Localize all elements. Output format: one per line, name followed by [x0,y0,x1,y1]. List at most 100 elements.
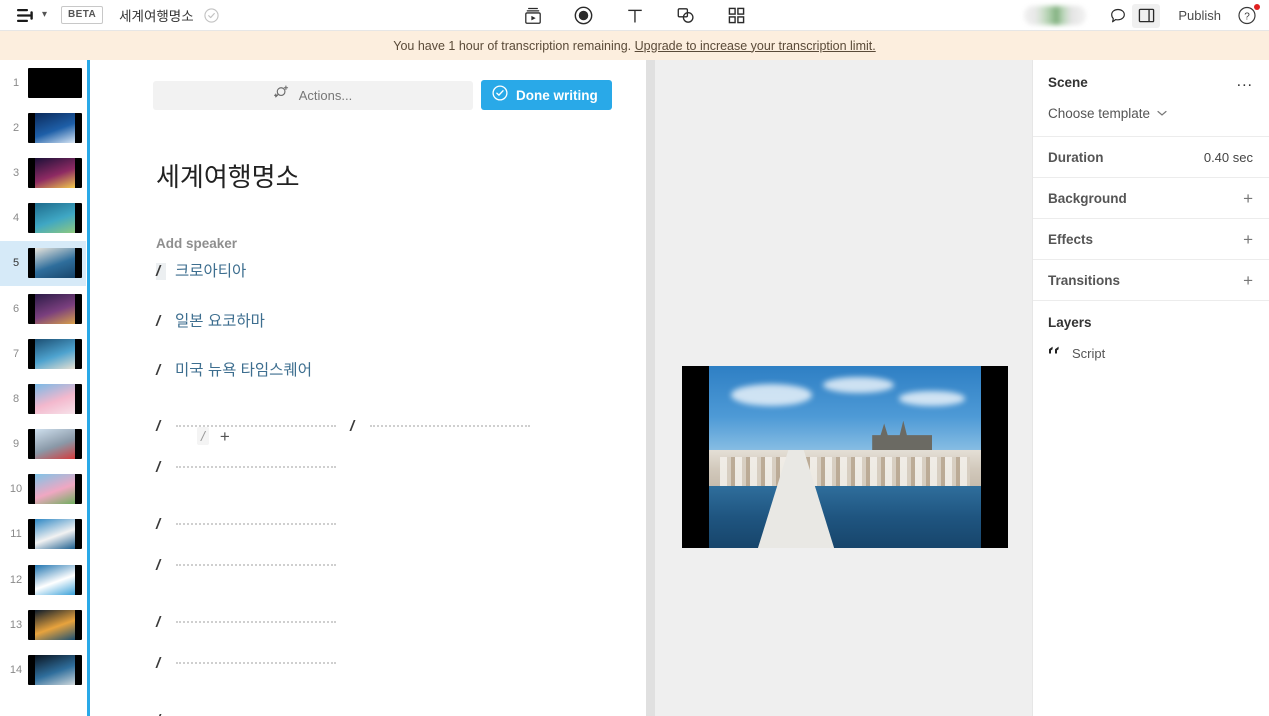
placeholder-dots [176,621,336,623]
more-horizontal-icon[interactable]: ... [1237,74,1253,90]
slide-thumb-image [28,429,82,460]
editor-scrollbar[interactable] [646,60,655,716]
background-row[interactable]: Background + [1033,177,1269,218]
effects-row[interactable]: Effects + [1033,218,1269,259]
slide-thumbnail-9[interactable]: 9 [0,422,86,467]
script-placeholder-line[interactable]: / [156,655,653,672]
slide-rail[interactable]: 1 2 3 4 5 6 7 8 9 10 11 12 13 14 [0,60,86,716]
text-icon[interactable] [622,3,648,29]
script-line[interactable]: / 미국 뉴욕 타임스퀘어 [156,358,653,380]
script-placeholder-line[interactable]: / [156,712,653,716]
script-line[interactable]: / 일본 요코하마 [156,309,653,331]
saved-check-icon [204,7,219,23]
add-speaker-label[interactable]: Add speaker [156,236,653,251]
shapes-icon[interactable] [673,3,699,29]
script-placeholder-line[interactable]: / [156,516,653,533]
beta-badge: BETA [61,6,104,24]
slide-thumb-image [28,203,82,234]
slide-number: 11 [10,528,22,541]
actions-button[interactable]: Actions... [153,80,473,110]
line-slash-marker: / [156,655,161,672]
line-slash-marker: / [350,418,355,435]
add-transitions-button[interactable]: + [1243,272,1253,289]
slide-thumb-image [28,564,82,595]
slide-thumb-image [28,338,82,369]
line-text: 미국 뉴욕 타임스퀘어 [175,362,312,379]
duration-value[interactable]: 0.40 sec [1204,150,1253,165]
slide-thumbnail-5[interactable]: 5 [0,240,86,286]
scene-panel-header: Scene ... [1033,60,1269,90]
editor-toolbar: Actions... Done writing [90,60,653,110]
slide-thumb-image [28,655,82,686]
script-placeholder-line[interactable]: / [156,557,653,574]
help-circle-icon[interactable]: ? [1237,3,1260,27]
slide-number: 14 [9,664,23,677]
choose-template-label: Choose template [1048,105,1151,121]
apps-grid-icon[interactable] [724,3,750,29]
script-editor-panel[interactable]: Actions... Done writing 세계여행명소 Add speak… [87,60,655,716]
media-scene-icon[interactable] [520,3,546,29]
canvas-area[interactable] [655,60,1032,716]
document-title[interactable]: 세계여행명소 [119,5,194,25]
avatar[interactable] [1024,6,1087,25]
line-slash-marker: / [156,362,161,379]
slide-thumbnail-1[interactable]: 1 [0,60,86,105]
line-text: 크로아티아 [175,263,247,280]
script-line[interactable]: / 크로아티아 [156,259,653,281]
duration-label: Duration [1048,149,1104,165]
actions-label: Actions... [298,87,353,103]
layers-heading: Layers [1033,300,1269,330]
placeholder-dots [370,425,530,427]
script-placeholder-line[interactable]: / / [156,418,653,435]
line-slash-marker: / [156,712,166,716]
slide-thumbnail-7[interactable]: 7 [0,331,86,376]
menu-logo-icon[interactable] [14,4,36,26]
script-placeholder-line[interactable]: / [156,459,653,476]
slide-thumbnail-4[interactable]: 4 [0,196,86,241]
slide-number: 13 [9,618,23,631]
slide-thumbnail-2[interactable]: 2 [0,105,86,150]
split-panel-icon[interactable] [1132,3,1161,28]
slide-thumbnail-13[interactable]: 13 [0,602,86,647]
scene-properties-panel: Scene ... Choose template Duration 0.40 … [1032,60,1269,716]
slide-thumbnail-3[interactable]: 3 [0,150,86,195]
slide-thumbnail-11[interactable]: 11 [0,512,86,557]
add-line-button[interactable]: + [220,428,230,445]
slide-thumbnail-10[interactable]: 10 [0,467,86,512]
placeholder-dots [176,662,336,664]
choose-template-dropdown[interactable]: Choose template [1033,90,1269,136]
comment-icon[interactable] [1104,4,1132,28]
slide-thumbnail-6[interactable]: 6 [0,286,86,331]
line-slash-marker: / [156,263,166,280]
duration-row: Duration 0.40 sec [1033,136,1269,177]
script-heading[interactable]: 세계여행명소 [156,157,653,194]
script-lines: /크로아티아/일본 요코하마/미국 뉴욕 타임스퀘어/+///////// [90,259,653,716]
add-background-button[interactable]: + [1243,190,1253,207]
transitions-row[interactable]: Transitions + [1033,259,1269,300]
slide-number: 7 [12,347,20,360]
slide-thumb-image [28,67,82,98]
banner-upgrade-link[interactable]: Upgrade to increase your transcription l… [635,39,876,53]
line-text: 일본 요코하마 [175,313,265,330]
done-writing-button[interactable]: Done writing [481,80,612,110]
slide-number: 1 [12,76,20,89]
slide-number: 5 [12,257,20,270]
scene-image [709,366,981,548]
gutter-slash-button[interactable]: / [197,427,209,445]
line-slash-marker: / [156,557,161,574]
chevron-down-icon[interactable]: ▾ [42,10,47,20]
add-effects-button[interactable]: + [1243,231,1253,248]
slide-thumbnail-14[interactable]: 14 [0,647,86,692]
layer-item-script[interactable]: Script [1033,330,1269,362]
publish-button[interactable]: Publish [1178,8,1221,23]
slide-number: 9 [12,438,20,451]
record-icon[interactable] [571,3,597,29]
svg-text:?: ? [1244,11,1250,22]
scene-preview[interactable] [682,366,1008,548]
script-placeholder-line[interactable]: / [156,614,653,631]
notification-dot [1254,3,1260,10]
slide-thumbnail-12[interactable]: 12 [0,557,86,602]
transcription-banner: You have 1 hour of transcription remaini… [0,31,1269,60]
slide-thumbnail-8[interactable]: 8 [0,376,86,421]
slide-number: 2 [12,121,20,134]
